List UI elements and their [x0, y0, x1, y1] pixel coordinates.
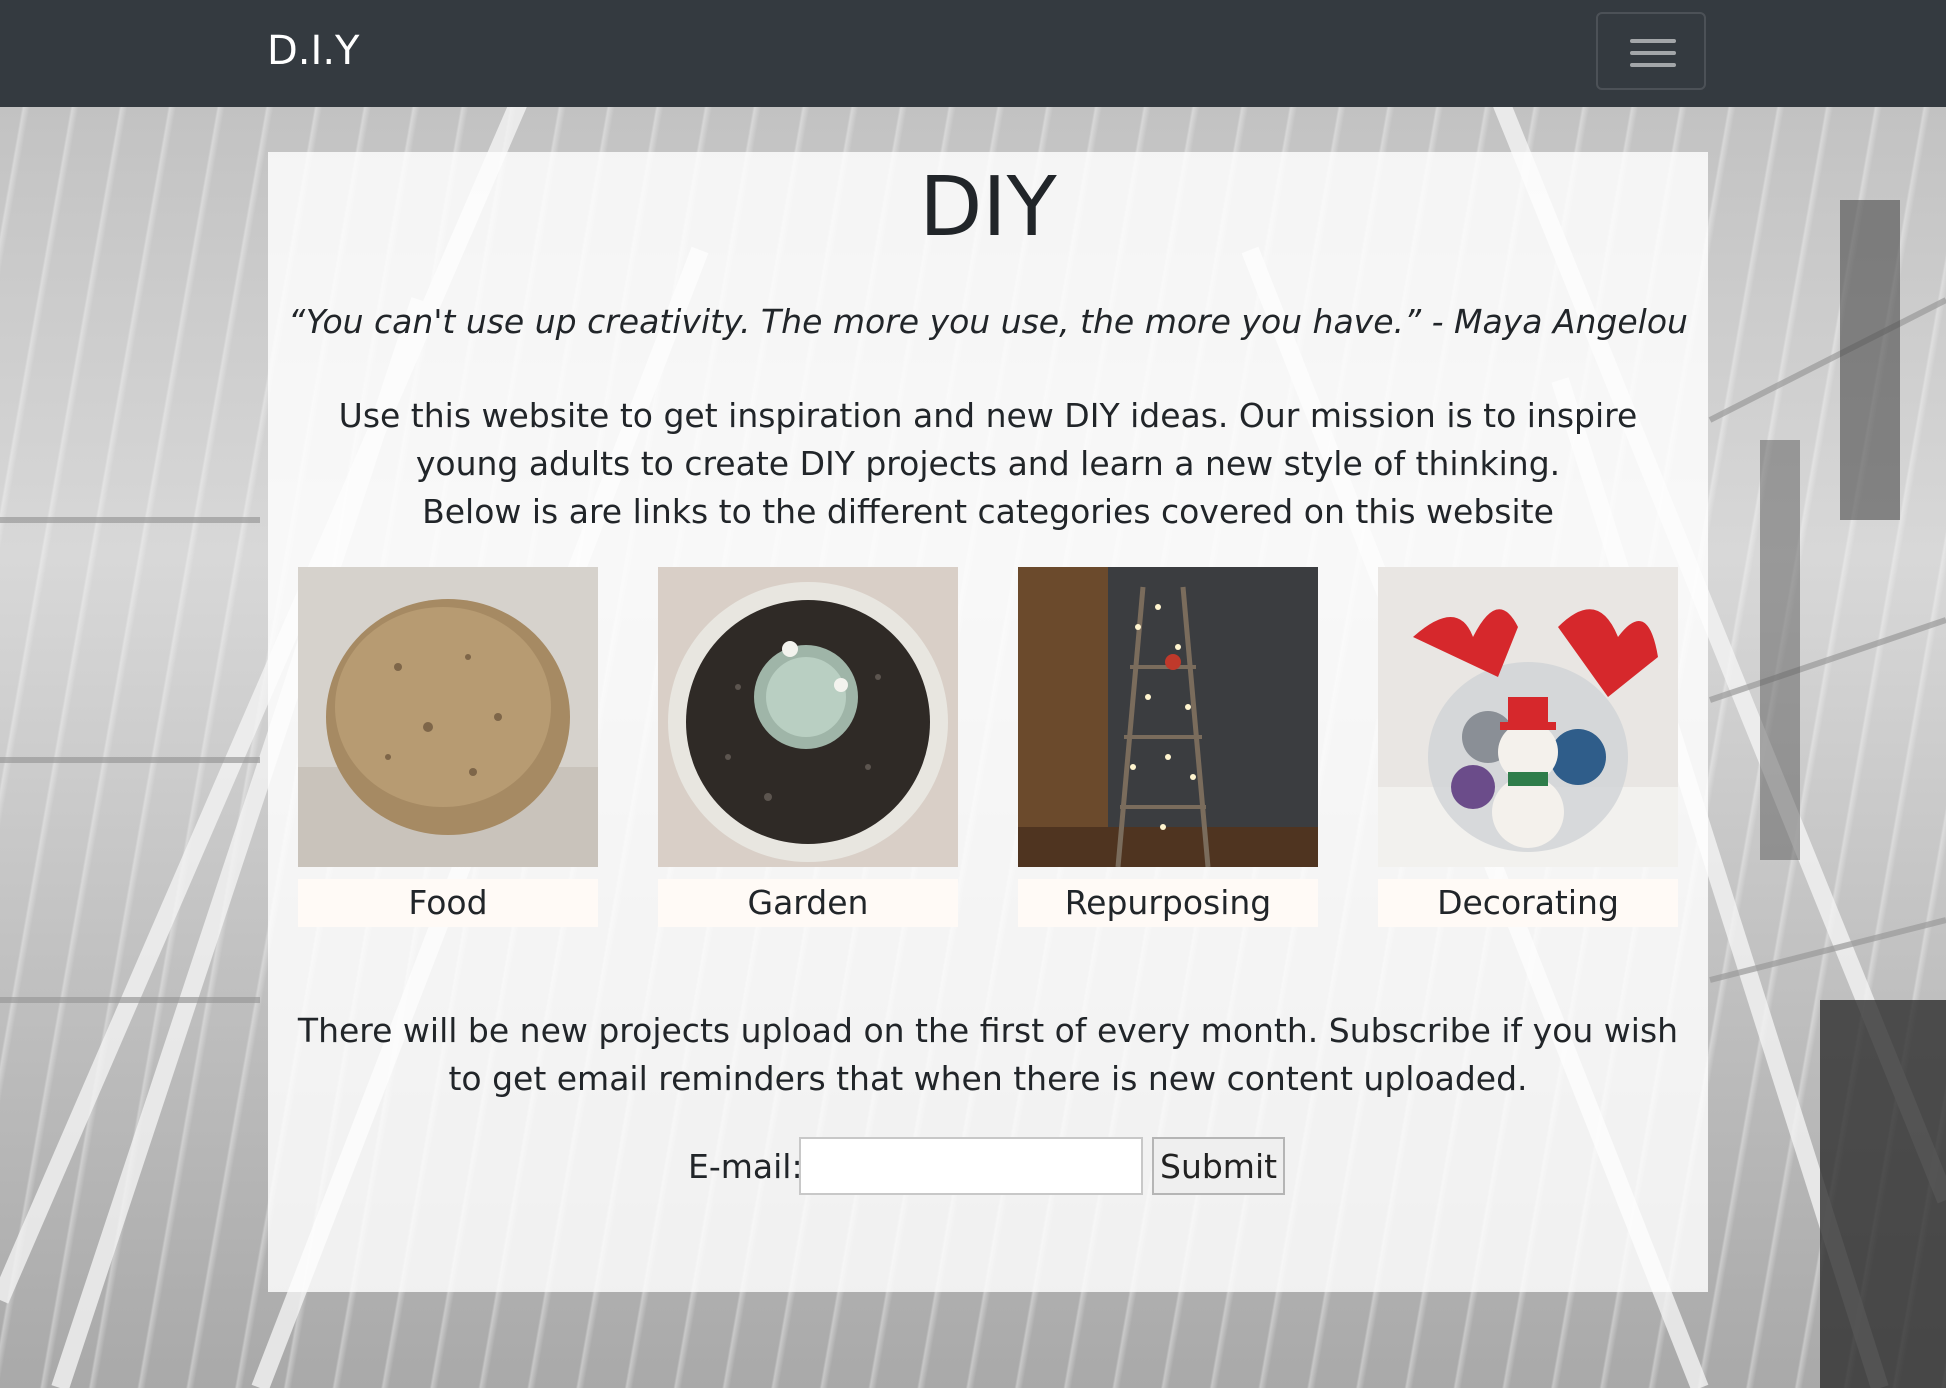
content-card: DIY “You can't use up creativity. The mo… — [268, 152, 1708, 1292]
email-field[interactable] — [799, 1137, 1143, 1195]
top-navbar: D.I.Y — [0, 0, 1946, 107]
garden-image — [658, 567, 958, 867]
category-label: Repurposing — [1018, 879, 1318, 927]
submit-button[interactable]: Submit — [1152, 1137, 1285, 1195]
subscribe-text: There will be new projects upload on the… — [297, 1011, 1679, 1098]
food-image — [298, 567, 598, 867]
intro-text: Use this website to get inspiration and … — [288, 392, 1688, 536]
category-repurposing[interactable]: Repurposing — [1018, 567, 1318, 927]
intro-mission: Use this website to get inspiration and … — [338, 396, 1638, 483]
page-title: DIY — [919, 160, 1057, 255]
category-label: Decorating — [1378, 879, 1678, 927]
brand-logo[interactable]: D.I.Y — [267, 28, 359, 74]
subscribe-form: E-mail: Submit — [268, 1137, 1708, 1197]
category-label: Food — [298, 879, 598, 927]
category-food[interactable]: Food — [298, 567, 598, 927]
decorating-image — [1378, 567, 1678, 867]
category-garden[interactable]: Garden — [658, 567, 958, 927]
email-label: E-mail: — [688, 1147, 803, 1186]
menu-toggle-button[interactable] — [1596, 12, 1706, 90]
quote-text: “You can't use up creativity. The more y… — [288, 302, 1688, 341]
repurposing-image — [1018, 567, 1318, 867]
category-label: Garden — [658, 879, 958, 927]
intro-links-note: Below is are links to the different cate… — [422, 492, 1554, 531]
category-decorating[interactable]: Decorating — [1378, 567, 1678, 927]
